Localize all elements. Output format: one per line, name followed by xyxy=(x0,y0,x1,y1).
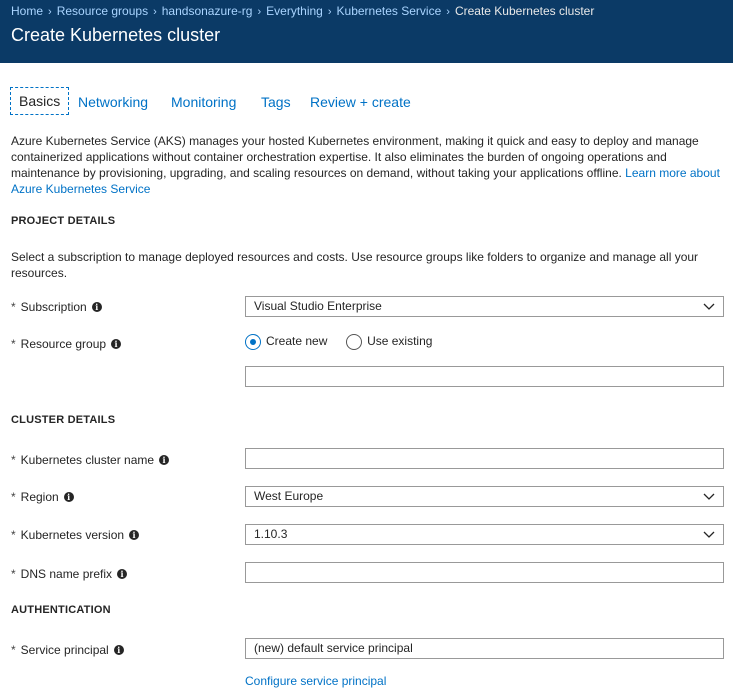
service-principal-input[interactable]: (new) default service principal xyxy=(245,638,724,659)
configure-service-principal-link[interactable]: Configure service principal xyxy=(245,674,386,688)
region-label-text: Region xyxy=(20,490,59,504)
resource-group-options: Create new Use existing xyxy=(245,334,432,350)
chevron-right-icon: › xyxy=(153,6,157,18)
tab-basics[interactable]: Basics xyxy=(10,87,70,115)
required-marker: * xyxy=(11,453,16,467)
region-value: West Europe xyxy=(254,489,324,503)
create-new-label[interactable]: Create new xyxy=(266,334,327,348)
breadcrumb: Home › Resource groups › handsonazure-rg › Eve… xyxy=(11,4,594,18)
cluster-details-heading: CLUSTER DETAILS xyxy=(11,414,116,426)
subscription-label: * Subscription i xyxy=(11,300,102,314)
region-label: * Region i xyxy=(11,490,74,504)
kubernetes-version-label: * Kubernetes version i xyxy=(11,528,140,542)
intro-text: Azure Kubernetes Service (AKS) manages y… xyxy=(11,134,699,180)
required-marker: * xyxy=(11,567,16,581)
portal-header: Home › Resource groups › handsonazure-rg › Eve… xyxy=(0,0,733,63)
cluster-name-label-text: Kubernetes cluster name xyxy=(20,453,155,467)
required-marker: * xyxy=(11,643,16,657)
page-title: Create Kubernetes cluster xyxy=(11,25,221,45)
breadcrumb-current: Create Kubernetes cluster xyxy=(454,4,595,18)
kubernetes-version-value: 1.10.3 xyxy=(254,527,288,541)
cluster-name-label: * Kubernetes cluster name i xyxy=(11,453,170,467)
dns-prefix-label-text: DNS name prefix xyxy=(20,567,113,581)
project-details-heading: PROJECT DETAILS xyxy=(11,215,116,227)
info-icon[interactable]: i xyxy=(113,645,124,655)
tab-review-create[interactable]: Review + create xyxy=(310,94,411,110)
chevron-right-icon: › xyxy=(327,6,332,18)
chevron-down-icon xyxy=(703,531,715,538)
breadcrumb-home[interactable]: Home xyxy=(11,4,43,18)
tab-monitoring[interactable]: Monitoring xyxy=(171,94,236,110)
use-existing-radio[interactable] xyxy=(346,334,363,350)
breadcrumb-resource-groups[interactable]: Resource groups xyxy=(57,4,148,18)
kubernetes-version-label-text: Kubernetes version xyxy=(20,528,125,542)
subscription-dropdown[interactable]: Visual Studio Enterprise xyxy=(245,296,724,317)
chevron-down-icon xyxy=(703,493,715,500)
subscription-label-text: Subscription xyxy=(20,300,87,314)
kubernetes-version-dropdown[interactable]: 1.10.3 xyxy=(245,524,724,545)
required-marker: * xyxy=(11,490,16,504)
service-principal-label: * Service principal i xyxy=(11,643,124,657)
cluster-name-input[interactable] xyxy=(245,448,724,469)
chevron-right-icon: › xyxy=(48,6,52,18)
breadcrumb-kubernetes-service[interactable]: Kubernetes Service xyxy=(337,4,442,18)
info-icon[interactable]: i xyxy=(159,455,170,465)
tab-tags[interactable]: Tags xyxy=(261,94,291,110)
tab-networking[interactable]: Networking xyxy=(78,94,148,110)
chevron-down-icon xyxy=(703,303,715,310)
breadcrumb-everything[interactable]: Everything xyxy=(266,4,323,18)
create-new-radio[interactable] xyxy=(245,334,261,350)
subscription-value: Visual Studio Enterprise xyxy=(254,299,382,313)
info-icon[interactable]: i xyxy=(111,339,122,349)
resource-group-input[interactable] xyxy=(245,366,724,387)
use-existing-label[interactable]: Use existing xyxy=(367,334,432,348)
region-dropdown[interactable]: West Europe xyxy=(245,486,724,507)
info-icon[interactable]: i xyxy=(117,569,128,579)
dns-prefix-label: * DNS name prefix i xyxy=(11,567,128,581)
info-icon[interactable]: i xyxy=(63,492,74,502)
dns-prefix-input[interactable] xyxy=(245,562,724,583)
required-marker: * xyxy=(11,528,16,542)
chevron-right-icon: › xyxy=(257,6,262,18)
resource-group-label-text: Resource group xyxy=(20,337,107,351)
required-marker: * xyxy=(11,337,16,351)
authentication-heading: AUTHENTICATION xyxy=(11,604,111,616)
project-details-description: Select a subscription to manage deployed… xyxy=(11,250,699,280)
service-principal-label-text: Service principal xyxy=(20,643,109,657)
chevron-right-icon: › xyxy=(446,6,450,18)
intro-description: Azure Kubernetes Service (AKS) manages y… xyxy=(11,133,726,197)
info-icon[interactable]: i xyxy=(91,302,102,312)
required-marker: * xyxy=(11,300,16,314)
info-icon[interactable]: i xyxy=(129,530,140,540)
breadcrumb-resource-group[interactable]: handsonazure-rg xyxy=(162,4,253,18)
resource-group-label: * Resource group i xyxy=(11,337,122,351)
